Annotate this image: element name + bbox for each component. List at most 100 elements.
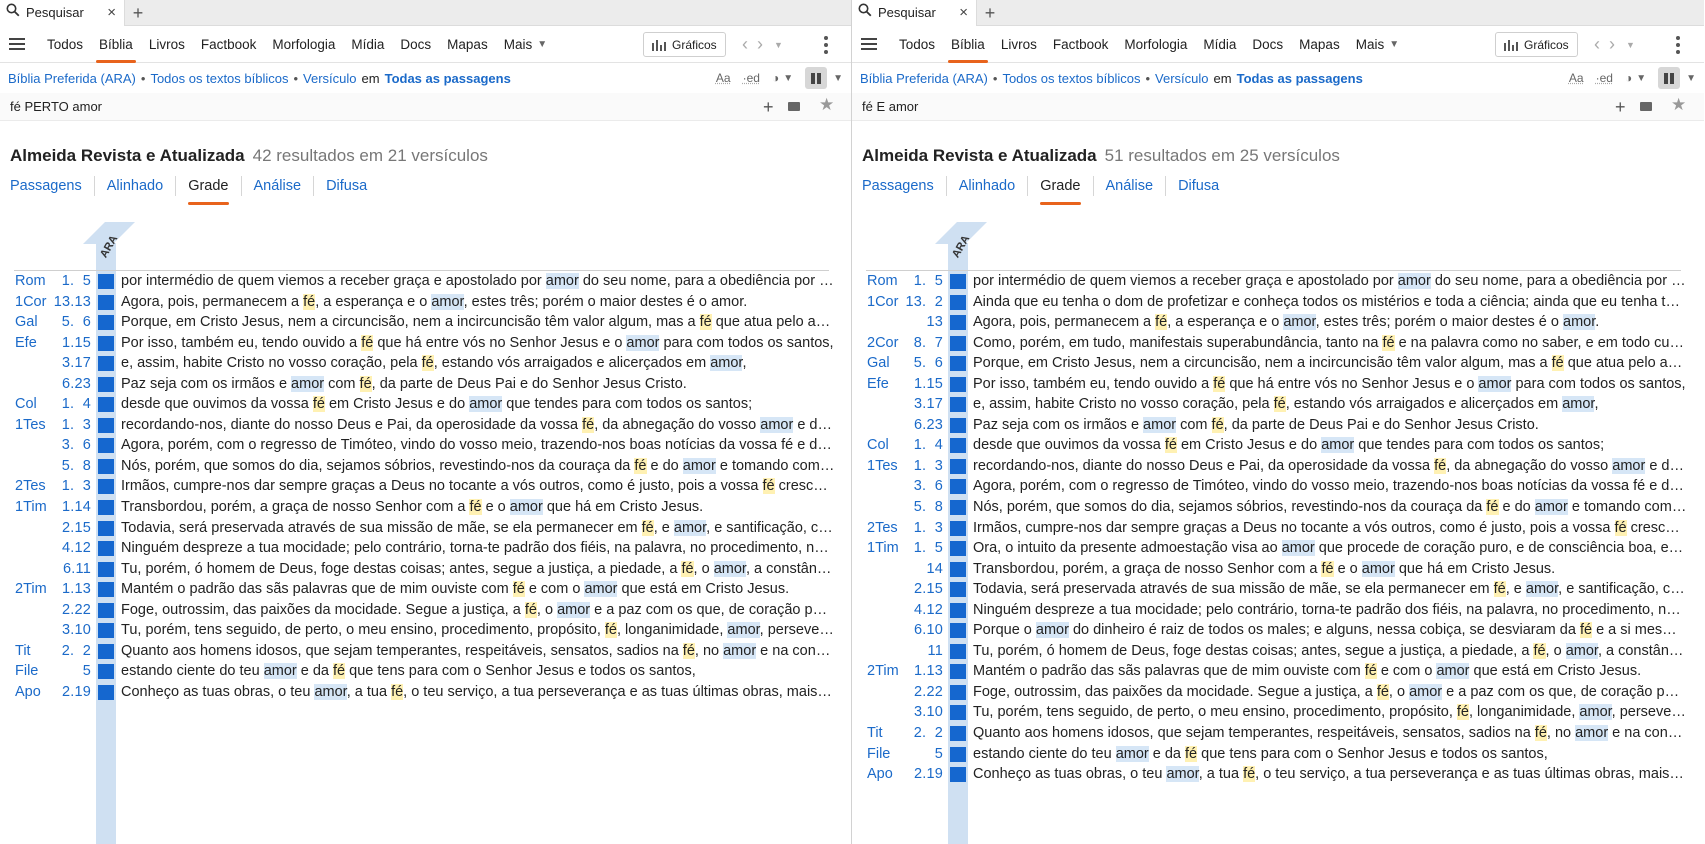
book-link[interactable]: Tit	[867, 725, 883, 741]
layout-icon[interactable]	[805, 67, 828, 89]
nav-item-mapas[interactable]: Mapas	[439, 26, 496, 63]
nav-item-docs[interactable]: Docs	[1244, 26, 1291, 63]
table-row[interactable]: 2.22 Foge, outrossim, das paixões da moci…	[852, 682, 1704, 703]
book-link[interactable]: 2Tes	[15, 478, 46, 494]
verse-text[interactable]: Paz seja com os irmãos e amor com fé, da…	[973, 416, 1687, 433]
nav-item-factbook[interactable]: Factbook	[193, 26, 265, 63]
verse-reference-link[interactable]: 1.15	[50, 335, 91, 351]
back-icon[interactable]: ‹	[742, 34, 748, 55]
hit-cell[interactable]	[950, 623, 966, 639]
verse-text[interactable]: Agora, pois, permanecem a fé, a esperanç…	[973, 314, 1687, 331]
verse-reference-link[interactable]: 13.13	[50, 294, 91, 310]
search-query[interactable]: fé PERTO amor	[10, 99, 102, 114]
verse-text[interactable]: Mantém o padrão das sãs palavras que de …	[121, 581, 835, 598]
verse-reference-link[interactable]: 1. 5	[50, 273, 91, 289]
nav-item-midia[interactable]: Mídia	[343, 26, 392, 63]
verse-text[interactable]: Porque o amor do dinheiro é raiz de todo…	[973, 622, 1687, 639]
hit-cell[interactable]	[98, 520, 114, 536]
table-row[interactable]: Col 1. 4 desde que ouvimos da vossa fé em …	[852, 435, 1704, 456]
verse-reference-link[interactable]: 3. 6	[50, 437, 91, 453]
book-link[interactable]: Apo	[867, 766, 893, 782]
hit-cell[interactable]	[950, 335, 966, 351]
book-link[interactable]: 1Tim	[15, 499, 47, 515]
table-row[interactable]: 3.17 e, assim, habite Cristo no vosso cor…	[852, 394, 1704, 415]
hit-cell[interactable]	[950, 664, 966, 680]
search-tab[interactable]: Pesquisar ×	[0, 0, 125, 26]
table-row[interactable]: 1Tes 1. 3 recordando-nos, diante do nosso …	[0, 415, 851, 436]
table-row[interactable]: 5. 8 Nós, porém, que somos do dia, sejamo…	[0, 456, 851, 477]
hit-cell[interactable]	[950, 561, 966, 577]
verse-reference-link[interactable]: 1. 3	[902, 520, 943, 536]
nav-item-livros[interactable]: Livros	[993, 26, 1045, 63]
hit-cell[interactable]	[950, 582, 966, 598]
verse-text[interactable]: Tu, porém, tens seguido, de perto, o meu…	[973, 704, 1687, 721]
all-texts-link[interactable]: Todos os textos bíblicos	[150, 71, 288, 86]
book-link[interactable]: Tit	[15, 643, 31, 659]
book-link[interactable]: 2Tim	[867, 663, 899, 679]
verse-text[interactable]: Porque, em Cristo Jesus, nem a circuncis…	[973, 355, 1687, 372]
nav-item-livros[interactable]: Livros	[141, 26, 193, 63]
hit-cell[interactable]	[950, 356, 966, 372]
hit-cell[interactable]	[98, 582, 114, 598]
verse-text[interactable]: Todavia, será preservada através de sua …	[973, 581, 1687, 598]
verse-text[interactable]: estando ciente do teu amor e da fé que t…	[973, 745, 1687, 762]
nav-item-biblia[interactable]: Bíblia	[91, 26, 141, 63]
verse-reference-link[interactable]: 6.10	[902, 622, 943, 638]
table-row[interactable]: 1Tim 1. 5 Ora, o intuito da presente admoe…	[852, 538, 1704, 559]
verse-reference-link[interactable]: 2. 2	[902, 725, 943, 741]
bible-version-title[interactable]: Almeida Revista e Atualizada	[10, 146, 245, 165]
verse-reference-link[interactable]: 2.15	[902, 581, 943, 597]
hit-cell[interactable]	[950, 417, 966, 433]
text-size-icon[interactable]: Aa	[1569, 71, 1584, 85]
ara-column-header[interactable]: ARA	[83, 216, 135, 260]
verse-reference-link[interactable]: 3.10	[902, 704, 943, 720]
hit-cell[interactable]	[98, 315, 114, 331]
verse-reference-link[interactable]: 1. 3	[902, 458, 943, 474]
hit-cell[interactable]	[950, 705, 966, 721]
book-link[interactable]: File	[15, 663, 38, 679]
table-row[interactable]: Col 1. 4 desde que ouvimos da vossa fé em …	[0, 394, 851, 415]
star-icon[interactable]: ★	[819, 95, 834, 115]
hit-cell[interactable]	[98, 479, 114, 495]
view-tab-analise[interactable]: Análise	[1092, 176, 1166, 196]
verse-reference-link[interactable]: 2.19	[902, 766, 943, 782]
book-link[interactable]: Gal	[867, 355, 890, 371]
search-tab[interactable]: Pesquisar ×	[852, 0, 977, 26]
hit-cell[interactable]	[950, 726, 966, 742]
book-link[interactable]: 2Tim	[15, 581, 47, 597]
verse-text[interactable]: Quanto aos homens idosos, que sejam temp…	[973, 725, 1687, 742]
book-link[interactable]: Gal	[15, 314, 38, 330]
hit-cell[interactable]	[98, 664, 114, 680]
verse-text[interactable]: Conheço as tuas obras, o teu amor, a tua…	[121, 683, 835, 700]
table-row[interactable]: 2Cor 8. 7 Como, porém, em tudo, manifestai…	[852, 333, 1704, 354]
book-link[interactable]: 2Cor	[867, 335, 898, 351]
add-icon[interactable]: +	[1615, 96, 1626, 118]
hit-cell[interactable]	[950, 746, 966, 762]
table-row[interactable]: 6.11 Tu, porém, ó homem de Deus, foge des…	[0, 559, 851, 580]
scope-link[interactable]: Todas as passagens	[385, 71, 511, 86]
inline-edit-icon[interactable]: ·ed	[743, 71, 760, 85]
table-row[interactable]: Tit 2. 2 Quanto aos homens idosos, que sej…	[0, 641, 851, 662]
kebab-icon[interactable]	[824, 26, 828, 63]
graficos-button[interactable]: Gráficos	[1495, 32, 1578, 57]
preferred-bible-link[interactable]: Bíblia Preferida (ARA)	[8, 71, 136, 86]
layout-dropdown-icon[interactable]: ▼	[833, 73, 843, 84]
hit-cell[interactable]	[98, 541, 114, 557]
hit-cell[interactable]	[950, 397, 966, 413]
verse-text[interactable]: Irmãos, cumpre-nos dar sempre graças a D…	[121, 478, 835, 495]
book-link[interactable]: 1Tes	[867, 458, 898, 474]
book-link[interactable]: Rom	[15, 273, 46, 289]
verse-reference-link[interactable]: 3. 6	[902, 478, 943, 494]
book-link[interactable]: Efe	[867, 376, 889, 392]
text-size-icon[interactable]: Aa	[716, 71, 731, 85]
verse-reference-link[interactable]: 2.15	[50, 520, 91, 536]
verse-reference-link[interactable]: 1.14	[50, 499, 91, 515]
hit-cell[interactable]	[98, 335, 114, 351]
view-tab-passagens[interactable]: Passagens	[10, 176, 94, 196]
nav-item-mapas[interactable]: Mapas	[1291, 26, 1348, 63]
verse-reference-link[interactable]: 2.22	[902, 684, 943, 700]
hit-cell[interactable]	[950, 602, 966, 618]
book-link[interactable]: Rom	[867, 273, 898, 289]
search-query[interactable]: fé E amor	[862, 99, 918, 114]
layout-dropdown-icon[interactable]: ▼	[1686, 73, 1696, 84]
